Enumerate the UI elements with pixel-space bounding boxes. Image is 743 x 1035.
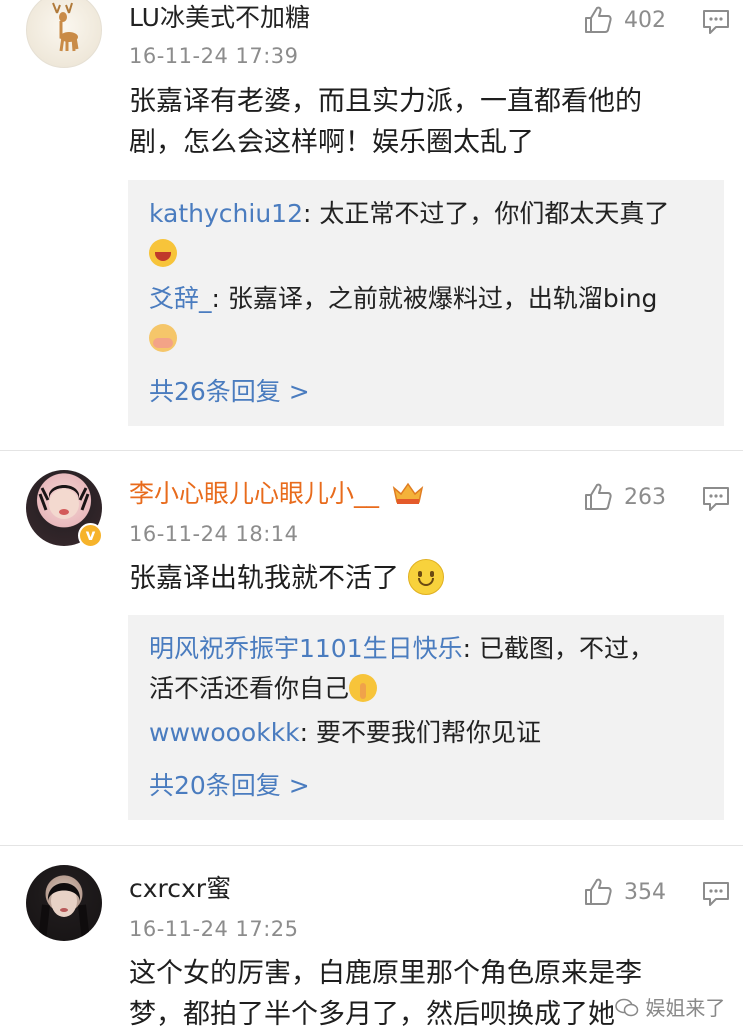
reply-item: 明风祝乔振宇1101生日快乐: 已截图，不过， xyxy=(149,630,710,667)
more-replies-link[interactable]: 共26条回复 > xyxy=(149,372,310,408)
comment-2: v 李小心眼儿心眼儿小__ 16-11-24 18:14 263 张嘉译出轨我就… xyxy=(0,470,743,840)
thumbs-up-icon[interactable] xyxy=(583,877,613,907)
like-count: 354 xyxy=(624,880,666,905)
laughing-emoji-icon xyxy=(149,239,177,267)
wechat-icon xyxy=(615,998,639,1017)
smile-emoji-icon xyxy=(407,559,444,595)
comment-text-line: 张嘉译出轨我就不活了 xyxy=(129,563,399,594)
more-replies-link[interactable]: 共20条回复 > xyxy=(149,766,310,802)
reply-item: kathychiu12: 太正常不过了，你们都太天真了 xyxy=(149,195,710,232)
watermark: 娱姐来了 xyxy=(615,992,725,1021)
reply-username[interactable]: 明风祝乔振宇1101生日快乐 xyxy=(149,634,463,663)
like-count: 263 xyxy=(624,485,666,510)
comment-1: LU冰美式不加糖 16-11-24 17:39 402 张嘉译有老婆，而且实力派… xyxy=(0,0,743,450)
avatar[interactable] xyxy=(26,865,102,941)
watermark-text: 娱姐来了 xyxy=(645,996,726,1020)
reply-item: 爻辞_: 张嘉译，之前就被爆料过，出轨溜bing xyxy=(149,280,710,317)
verified-badge-icon: v xyxy=(78,523,103,548)
comment-text: 张嘉译有老婆，而且实力派，一直都看他的 剧，怎么会这样啊！娱乐圈太乱了 xyxy=(129,81,719,163)
comment-text-line: 剧，怎么会这样啊！娱乐圈太乱了 xyxy=(129,127,534,158)
reply-text: : 张嘉译，之前就被爆料过，出轨溜bing xyxy=(211,284,658,313)
reply-item: wwwoookkk: 要不要我们帮你见证 xyxy=(149,714,710,751)
comment-timestamp: 16-11-24 18:14 xyxy=(129,522,299,546)
reply-text: : 要不要我们帮你见证 xyxy=(299,718,542,747)
reply-emoji-line xyxy=(149,235,710,272)
reply-icon[interactable] xyxy=(702,486,730,512)
comment-text-line: 张嘉译有老婆，而且实力派，一直都看他的 xyxy=(129,86,642,117)
comment-username[interactable]: 李小心眼儿心眼儿小__ xyxy=(129,478,425,510)
reply-icon[interactable] xyxy=(702,9,730,35)
shush-emoji-icon xyxy=(349,674,378,702)
avatar[interactable] xyxy=(26,0,102,68)
reply-text: : 已截图，不过， xyxy=(462,634,654,663)
divider xyxy=(0,450,743,451)
thumbs-up-icon[interactable] xyxy=(583,5,613,35)
thumbs-up-icon[interactable] xyxy=(583,482,613,512)
comment-timestamp: 16-11-24 17:39 xyxy=(129,44,299,68)
comment-text-line: 这个女的厉害，白鹿原里那个角色原来是李 xyxy=(129,958,642,989)
reply-text: 活不活还看你自己 xyxy=(149,674,350,703)
reply-icon[interactable] xyxy=(702,881,730,907)
comment-text: 张嘉译出轨我就不活了 xyxy=(129,558,719,599)
divider xyxy=(0,845,743,846)
reply-username[interactable]: kathychiu12 xyxy=(149,199,303,228)
reply-box: kathychiu12: 太正常不过了，你们都太天真了 爻辞_: 张嘉译，之前就… xyxy=(128,180,724,426)
reply-emoji-line xyxy=(149,320,710,357)
comment-timestamp: 16-11-24 17:25 xyxy=(129,917,299,941)
reply-box: 明风祝乔振宇1101生日快乐: 已截图，不过， 活不活还看你自己 wwwoook… xyxy=(128,615,724,820)
reply-username[interactable]: 爻辞_ xyxy=(149,284,212,313)
reply-text: : 太正常不过了，你们都太天真了 xyxy=(303,199,670,228)
crown-badge-icon xyxy=(392,482,424,504)
comment-username[interactable]: LU冰美式不加糖 xyxy=(129,2,310,34)
shy-emoji-icon xyxy=(149,324,177,352)
reply-username[interactable]: wwwoookkk xyxy=(149,718,300,747)
like-count: 402 xyxy=(624,8,666,33)
comment-username-text[interactable]: 李小心眼儿心眼儿小__ xyxy=(129,479,379,508)
comment-username[interactable]: cxrcxr蜜 xyxy=(129,873,231,905)
reply-text-continued: 活不活还看你自己 xyxy=(149,670,710,707)
